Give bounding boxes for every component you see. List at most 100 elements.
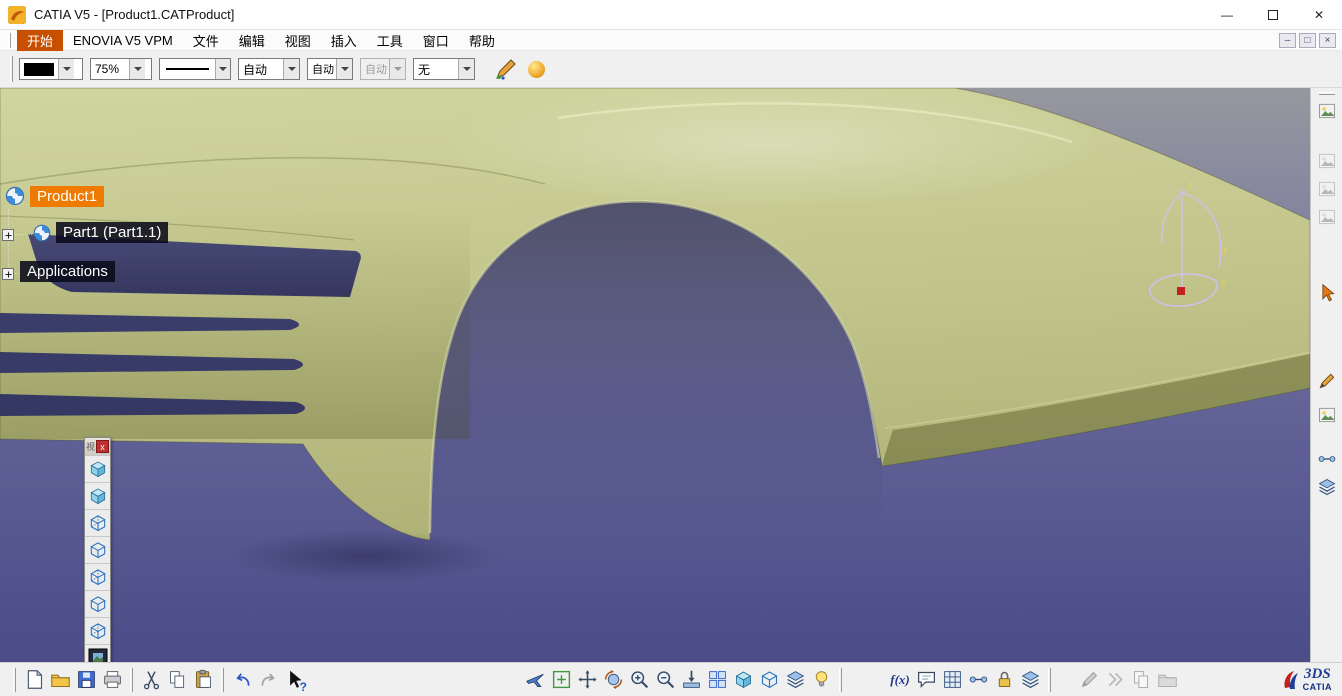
menu-file[interactable]: 文件 bbox=[183, 30, 229, 51]
compass-origin-point[interactable] bbox=[1177, 287, 1185, 295]
knowledge-fx-button[interactable]: f(x) bbox=[887, 667, 913, 693]
relations-button[interactable] bbox=[965, 667, 991, 693]
menu-view[interactable]: 视图 bbox=[275, 30, 321, 51]
zoom-out-button[interactable] bbox=[652, 667, 678, 693]
print-button[interactable] bbox=[99, 667, 125, 693]
expand-applications-button[interactable] bbox=[2, 268, 14, 280]
lock-button[interactable] bbox=[991, 667, 1017, 693]
light-source-button[interactable] bbox=[808, 667, 834, 693]
chevron-down-icon[interactable] bbox=[336, 59, 352, 79]
close-button[interactable]: ✕ bbox=[1296, 0, 1342, 30]
open-button[interactable] bbox=[47, 667, 73, 693]
chevron-down-icon[interactable] bbox=[283, 59, 299, 79]
structure-button[interactable] bbox=[1017, 667, 1043, 693]
menu-start[interactable]: 开始 bbox=[17, 29, 64, 51]
wireframe-view-button[interactable] bbox=[756, 667, 782, 693]
layer-combo[interactable]: 无 bbox=[413, 58, 475, 80]
zoom-in-button[interactable] bbox=[626, 667, 652, 693]
expand-part1-button[interactable] bbox=[2, 229, 14, 241]
tree-node-part1[interactable]: Part1 (Part1.1) bbox=[32, 222, 169, 243]
bottom-toolbar: ? f(x) 3DS CATIA bbox=[0, 662, 1342, 696]
tree-label-part1[interactable]: Part1 (Part1.1) bbox=[56, 222, 169, 243]
tree-node-applications[interactable]: Applications bbox=[20, 261, 115, 282]
toolbar-grip[interactable] bbox=[10, 56, 13, 82]
help-question-mark: ? bbox=[299, 679, 307, 694]
menu-tools[interactable]: 工具 bbox=[367, 30, 413, 51]
menu-insert[interactable]: 插入 bbox=[321, 30, 367, 51]
3d-compass[interactable]: z y x bbox=[1120, 173, 1245, 323]
table-button[interactable] bbox=[939, 667, 965, 693]
visualization-icon[interactable] bbox=[1316, 100, 1338, 122]
zoom-combo[interactable] bbox=[90, 58, 152, 80]
customize-view-icon[interactable] bbox=[85, 644, 110, 662]
undo-button[interactable] bbox=[229, 667, 255, 693]
constraints-icon[interactable] bbox=[1316, 448, 1338, 470]
mdi-restore-button[interactable]: □ bbox=[1299, 32, 1316, 48]
palette-header[interactable]: 视 x bbox=[85, 438, 110, 455]
shading-edges-icon[interactable] bbox=[85, 482, 110, 509]
tree-node-product1[interactable]: Product1 bbox=[4, 185, 105, 207]
menu-grip[interactable] bbox=[8, 32, 11, 48]
rotate-button[interactable] bbox=[600, 667, 626, 693]
3d-scene[interactable] bbox=[0, 88, 1310, 662]
menu-help[interactable]: 帮助 bbox=[459, 30, 505, 51]
palette-close-button[interactable]: x bbox=[96, 440, 109, 453]
new-document-button[interactable] bbox=[21, 667, 47, 693]
toolbar-grip[interactable] bbox=[1319, 92, 1335, 95]
painting-icon[interactable] bbox=[1316, 404, 1338, 426]
paste-button[interactable] bbox=[190, 667, 216, 693]
painter-brush-icon[interactable] bbox=[494, 57, 518, 81]
render-style-icon-3 bbox=[1316, 206, 1338, 228]
thickness-combo[interactable]: 自动 bbox=[238, 58, 300, 80]
toolbar-grip[interactable] bbox=[839, 667, 842, 692]
menu-edit[interactable]: 编辑 bbox=[229, 30, 275, 51]
view-mode-toolbar: 视 x bbox=[84, 437, 111, 662]
fit-all-in-button[interactable] bbox=[548, 667, 574, 693]
whats-this-button[interactable]: ? bbox=[281, 667, 307, 694]
part-icon bbox=[32, 223, 52, 243]
tree-label-product1[interactable]: Product1 bbox=[30, 185, 105, 207]
plus-icon bbox=[5, 271, 11, 277]
menu-window[interactable]: 窗口 bbox=[413, 30, 459, 51]
chevron-down-icon[interactable] bbox=[458, 59, 474, 79]
analysis-icon[interactable] bbox=[1316, 476, 1338, 498]
chevron-down-icon[interactable] bbox=[58, 59, 74, 79]
mdi-close-button[interactable]: × bbox=[1319, 32, 1336, 48]
maximize-button[interactable] bbox=[1250, 0, 1296, 30]
quick-shading-icon[interactable] bbox=[85, 590, 110, 617]
wireframe-dashed-icon[interactable] bbox=[85, 617, 110, 644]
toolbar-grip[interactable] bbox=[221, 667, 224, 692]
material-sphere-icon[interactable] bbox=[528, 60, 545, 78]
cut-button[interactable] bbox=[138, 667, 164, 693]
chevron-down-icon[interactable] bbox=[129, 59, 145, 79]
toolbar-grip[interactable] bbox=[1048, 667, 1051, 692]
normal-view-button[interactable] bbox=[678, 667, 704, 693]
minimize-button[interactable]: — bbox=[1204, 0, 1250, 30]
zoom-input[interactable] bbox=[91, 62, 129, 76]
shading-icon[interactable] bbox=[85, 455, 110, 482]
linetype-combo[interactable] bbox=[159, 58, 231, 80]
menu-enovia[interactable]: ENOVIA V5 VPM bbox=[63, 32, 183, 49]
shading-edges-hidden-icon[interactable] bbox=[85, 509, 110, 536]
hide-show-button[interactable] bbox=[782, 667, 808, 693]
point-style-combo[interactable]: 自动 bbox=[307, 58, 353, 80]
color-combo[interactable] bbox=[19, 58, 83, 80]
pan-button[interactable] bbox=[574, 667, 600, 693]
sketch-tracer-icon[interactable] bbox=[1316, 370, 1338, 392]
right-toolbar bbox=[1310, 88, 1342, 662]
toolbar-grip[interactable] bbox=[130, 667, 133, 692]
select-pointer-icon[interactable] bbox=[1316, 282, 1338, 304]
tree-label-applications[interactable]: Applications bbox=[20, 261, 115, 282]
3d-viewport[interactable]: Product1 Part1 (Part1.1) Applications z … bbox=[0, 88, 1310, 662]
save-button[interactable] bbox=[73, 667, 99, 693]
fly-mode-button[interactable] bbox=[522, 667, 548, 693]
toolbar-grip[interactable] bbox=[13, 667, 16, 692]
hidden-line-removal-icon[interactable] bbox=[85, 563, 110, 590]
chevron-down-icon[interactable] bbox=[214, 59, 230, 79]
copy-button[interactable] bbox=[164, 667, 190, 693]
annotation-button[interactable] bbox=[913, 667, 939, 693]
wireframe-icon[interactable] bbox=[85, 536, 110, 563]
mdi-minimize-button[interactable]: – bbox=[1279, 32, 1296, 48]
shading-view-button[interactable] bbox=[730, 667, 756, 693]
multi-view-button[interactable] bbox=[704, 667, 730, 693]
